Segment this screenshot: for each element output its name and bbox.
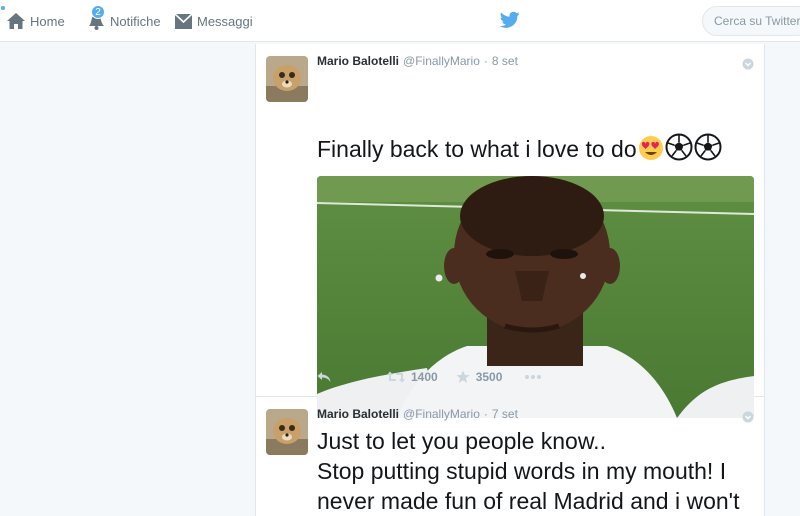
twitter-bird-icon[interactable] [500,11,520,29]
nav-messages[interactable]: Messaggi [174,0,253,42]
tweet-author-name[interactable]: Mario Balotelli [317,54,399,68]
nav-notifications[interactable]: 2 Notifiche [86,0,161,42]
top-nav-bar: Home 2 Notifiche Messaggi [0,0,800,42]
chevron-down-icon[interactable] [742,411,754,423]
more-button[interactable] [524,374,542,380]
reply-icon [317,372,331,382]
time-separator: · [483,54,488,68]
time-separator: · [483,407,488,421]
retweet-icon [387,371,405,383]
tweet-text: Just to let you people know.. Stop putti… [317,428,740,514]
home-icon [7,13,25,29]
timeline: Mario Balotelli @FinallyMario · 8 set Fi… [255,44,765,516]
envelope-icon [174,12,193,29]
more-dots-icon [525,375,542,379]
favorite-button[interactable]: 3500 [456,370,503,384]
tweet-timestamp[interactable]: 7 set [492,407,518,421]
star-icon [456,370,470,383]
tweet-timestamp[interactable]: 8 set [492,54,518,68]
search-input[interactable] [702,6,800,36]
soccer-ball-emoji-icon [694,103,722,168]
nav-home-label: Home [30,13,65,29]
chevron-down-icon[interactable] [742,58,754,70]
tweet-text-line: Finally back to what i love to do [317,73,752,168]
tweet-author-handle[interactable]: @FinallyMario [403,54,480,68]
favorite-count: 3500 [475,370,503,384]
retweet-count: 1400 [411,370,438,384]
nav-home[interactable]: Home [6,0,65,42]
tweet-author-handle[interactable]: @FinallyMario [403,407,480,421]
nav-messages-label: Messaggi [197,13,253,29]
reply-button[interactable] [317,371,331,383]
avatar[interactable] [266,409,308,455]
heart-eyes-emoji-icon [638,105,664,168]
soccer-ball-emoji-icon [665,103,693,168]
tweet-text: Finally back to what i love to do [317,136,637,162]
tweet-author-name[interactable]: Mario Balotelli [317,407,399,421]
new-activity-dot [1,6,5,10]
tweet[interactable]: Mario Balotelli @FinallyMario · 8 set Fi… [256,44,764,418]
nav-notifications-label: Notifiche [110,13,161,29]
retweet-button[interactable]: 1400 [387,370,438,384]
tweet-actions: 1400 3500 [317,367,542,387]
avatar[interactable] [266,56,308,102]
tweet[interactable]: Mario Balotelli @FinallyMario · 7 set Ju… [256,397,764,516]
notifications-badge: 2 [91,5,105,19]
